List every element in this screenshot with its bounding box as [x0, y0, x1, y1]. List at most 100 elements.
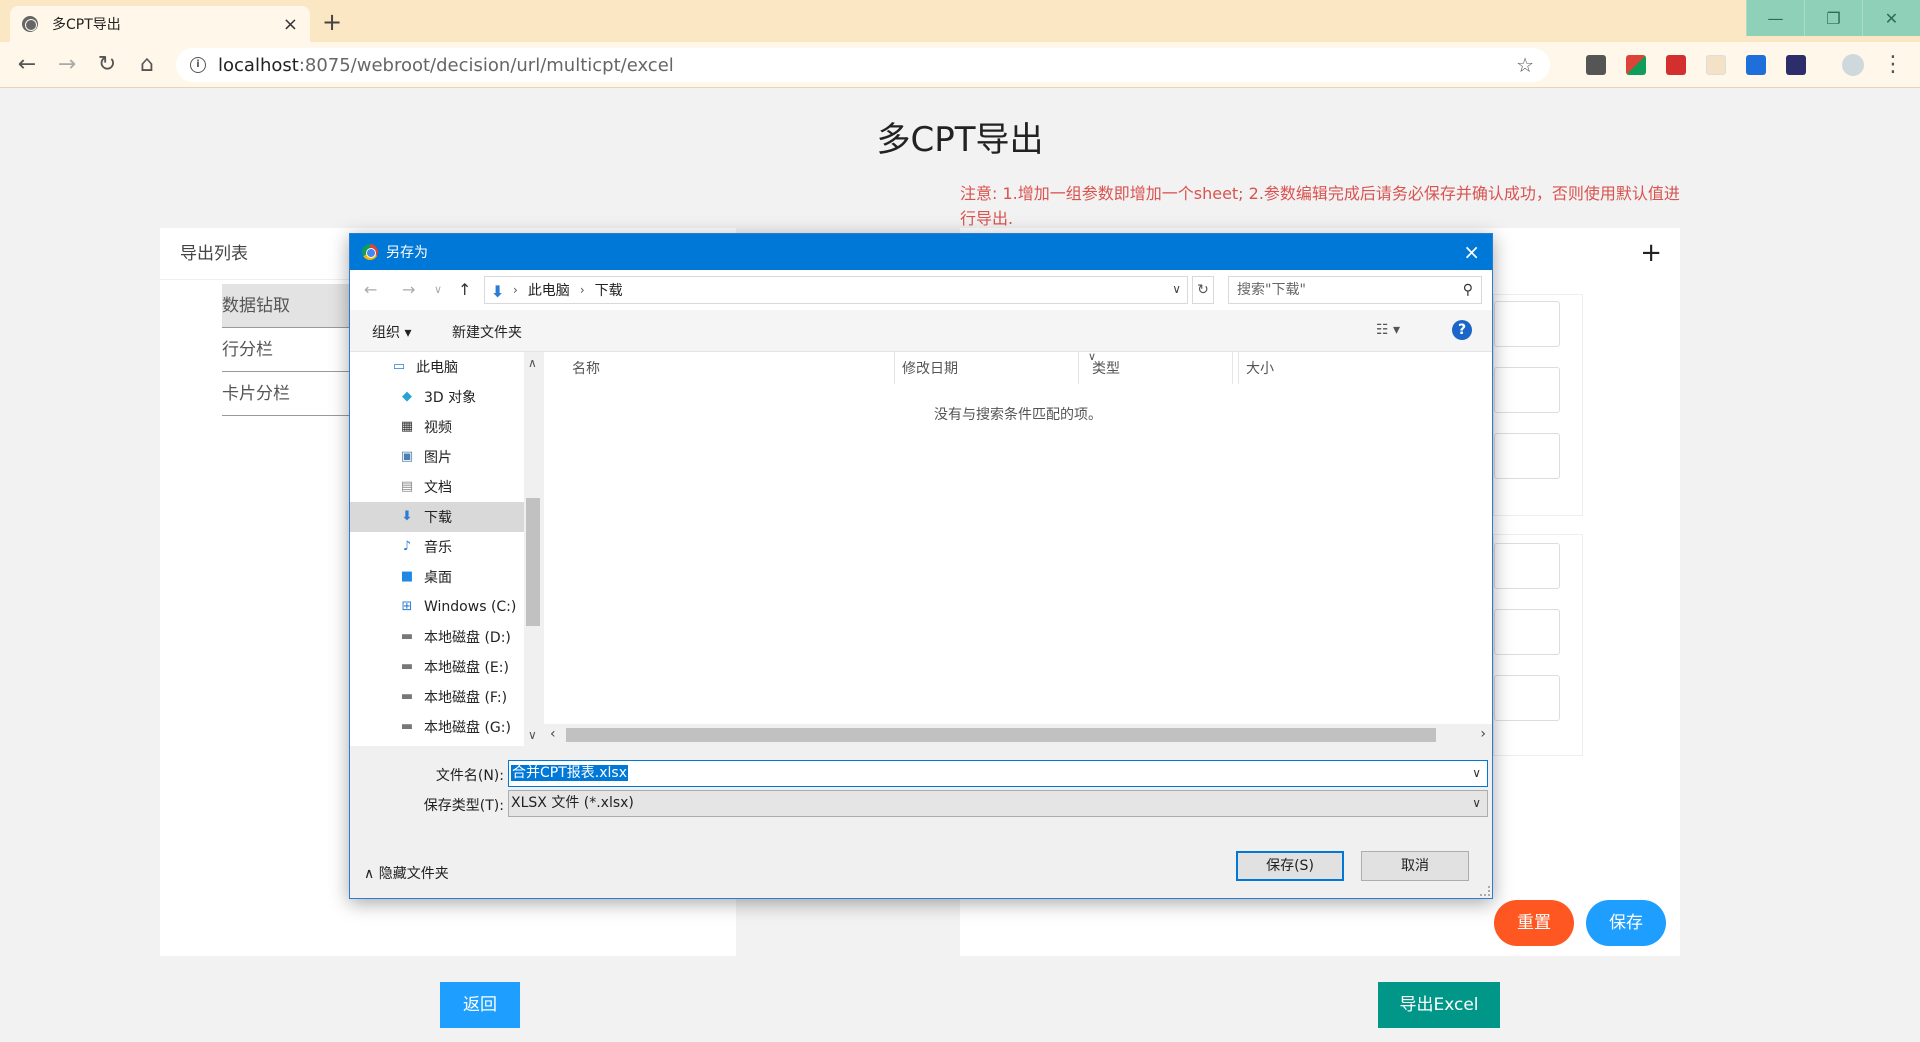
export-excel-button[interactable]: 导出Excel: [1378, 982, 1500, 1028]
filetype-select[interactable]: XLSX 文件 (*.xlsx) ∨: [508, 790, 1488, 817]
column-divider[interactable]: [1238, 352, 1239, 384]
restore-button[interactable]: ❐: [1804, 0, 1862, 36]
view-options-icon[interactable]: ☷ ▾: [1376, 322, 1400, 338]
browser-tab[interactable]: 多CPT导出 ×: [10, 6, 310, 42]
nav-item-label: 本地磁盘 (D:): [424, 630, 511, 646]
recent-dropdown-icon[interactable]: ∨: [434, 283, 442, 296]
extension-icon[interactable]: [1706, 55, 1726, 75]
nav-item-pictures[interactable]: ▣ 图片: [350, 442, 524, 472]
chrome-icon: [362, 244, 378, 260]
param-group: [1493, 534, 1583, 756]
back-button[interactable]: 返回: [440, 982, 520, 1028]
nav-item-downloads[interactable]: ⬇ 下载: [350, 502, 524, 532]
reload-icon[interactable]: ↻: [94, 52, 120, 77]
forward-arrow-icon[interactable]: →: [54, 52, 80, 77]
param-field[interactable]: [1494, 301, 1560, 347]
nav-item-drive-d[interactable]: ▬ 本地磁盘 (D:): [350, 622, 524, 652]
chevron-right-icon: ›: [513, 283, 518, 297]
bookmark-star-icon[interactable]: ☆: [1516, 53, 1534, 77]
nav-scrollbar[interactable]: ∧ ∨: [524, 352, 542, 746]
reset-button[interactable]: 重置: [1494, 900, 1574, 946]
column-header-name[interactable]: 名称: [572, 358, 600, 378]
videos-icon: ▦: [400, 419, 414, 434]
scrollbar-thumb[interactable]: [566, 728, 1436, 742]
back-arrow-icon[interactable]: ←: [364, 280, 377, 299]
dialog-command-bar: 组织 ▾ 新建文件夹 ☷ ▾ ?: [350, 310, 1492, 352]
nav-item-drive-c[interactable]: ⊞ Windows (C:): [350, 592, 524, 622]
column-divider[interactable]: [894, 352, 895, 384]
forward-arrow-icon[interactable]: →: [402, 280, 415, 299]
windows-drive-icon: ⊞: [401, 599, 413, 614]
extension-icon[interactable]: [1666, 55, 1686, 75]
resize-grip[interactable]: [1480, 886, 1490, 896]
breadcrumb[interactable]: ⬇ › 此电脑 › 下载 ∨: [484, 276, 1188, 304]
column-divider[interactable]: [1232, 352, 1233, 384]
menu-icon[interactable]: ⋮: [1880, 52, 1906, 77]
param-field[interactable]: [1494, 675, 1560, 721]
column-header-type[interactable]: 类型: [1092, 358, 1120, 378]
nav-item-label: 3D 对象: [424, 390, 477, 406]
filename-field[interactable]: 合并CPT报表.xlsx ∨: [508, 760, 1488, 787]
chevron-down-icon[interactable]: ∨: [528, 728, 537, 742]
extension-icon[interactable]: [1786, 55, 1806, 75]
chevron-up-icon[interactable]: ∧: [528, 356, 537, 370]
profile-avatar[interactable]: [1842, 54, 1864, 76]
tab-close-icon[interactable]: ×: [283, 14, 298, 35]
breadcrumb-item[interactable]: 下载: [595, 280, 623, 300]
close-icon[interactable]: ×: [1463, 240, 1480, 264]
refresh-icon[interactable]: ↻: [1192, 276, 1214, 304]
save-button[interactable]: 保存: [1586, 900, 1666, 946]
hide-folders-toggle[interactable]: ∧ 隐藏文件夹: [364, 863, 449, 883]
minimize-button[interactable]: —: [1746, 0, 1804, 36]
organize-menu[interactable]: 组织 ▾: [372, 322, 411, 342]
nav-item-drive-f[interactable]: ▬ 本地磁盘 (F:): [350, 682, 524, 712]
info-icon[interactable]: i: [190, 57, 206, 73]
add-sheet-button[interactable]: +: [1640, 238, 1662, 268]
param-field[interactable]: [1494, 433, 1560, 479]
chevron-left-icon[interactable]: ‹: [550, 726, 556, 742]
address-bar[interactable]: i localhost:8075/webroot/decision/url/mu…: [176, 48, 1550, 82]
param-field[interactable]: [1494, 367, 1560, 413]
chevron-down-icon[interactable]: ∨: [1472, 791, 1481, 816]
nav-item-desktop[interactable]: ■ 桌面: [350, 562, 524, 592]
filename-value: 合并CPT报表.xlsx: [511, 765, 628, 781]
nav-item-music[interactable]: ♪ 音乐: [350, 532, 524, 562]
new-folder-button[interactable]: 新建文件夹: [452, 322, 522, 342]
dialog-save-button[interactable]: 保存(S): [1236, 851, 1344, 881]
param-field[interactable]: [1494, 609, 1560, 655]
column-header-size[interactable]: 大小: [1246, 358, 1274, 378]
chevron-down-icon[interactable]: ∨: [1172, 282, 1181, 296]
nav-item-documents[interactable]: ▤ 文档: [350, 472, 524, 502]
close-window-button[interactable]: ✕: [1862, 0, 1920, 36]
nav-item-drive-g[interactable]: ▬ 本地磁盘 (G:): [350, 712, 524, 742]
extension-icon[interactable]: [1586, 55, 1606, 75]
nav-item-label: 本地磁盘 (E:): [424, 660, 509, 676]
chevron-right-icon: ›: [579, 283, 585, 297]
dialog-cancel-button[interactable]: 取消: [1361, 851, 1469, 881]
column-header-date[interactable]: 修改日期: [902, 358, 958, 378]
save-as-dialog: 另存为 × ← → ∨ ↑ ⬇ › 此电脑 › 下载 ∨ ↻ 搜索"下载" ⚲ …: [349, 233, 1493, 899]
nav-item-this-pc[interactable]: ▭ 此电脑: [350, 352, 524, 382]
chevron-right-icon[interactable]: ›: [1480, 726, 1486, 742]
up-arrow-icon[interactable]: ↑: [458, 280, 471, 299]
breadcrumb-item[interactable]: 此电脑: [528, 280, 570, 300]
back-arrow-icon[interactable]: ←: [14, 52, 40, 77]
chevron-down-icon[interactable]: ∨: [1472, 761, 1481, 786]
help-icon[interactable]: ?: [1452, 320, 1472, 340]
nav-item-drive-e[interactable]: ▬ 本地磁盘 (E:): [350, 652, 524, 682]
tab-title: 多CPT导出: [52, 17, 121, 33]
extension-icon[interactable]: [1626, 55, 1646, 75]
extension-icon[interactable]: [1746, 55, 1766, 75]
nav-item-label: Windows (C:): [424, 599, 517, 615]
file-list-scrollbar[interactable]: ‹ ›: [544, 724, 1492, 746]
param-field[interactable]: [1494, 543, 1560, 589]
nav-item-3d-objects[interactable]: ◆ 3D 对象: [350, 382, 524, 412]
search-input[interactable]: 搜索"下载" ⚲: [1228, 276, 1482, 304]
column-divider[interactable]: [1078, 352, 1079, 384]
new-tab-button[interactable]: +: [322, 8, 342, 36]
nav-item-videos[interactable]: ▦ 视频: [350, 412, 524, 442]
home-icon[interactable]: ⌂: [134, 52, 160, 77]
globe-icon: [22, 16, 38, 32]
scrollbar-thumb[interactable]: [526, 498, 540, 626]
nav-item-label: 下载: [424, 510, 452, 526]
